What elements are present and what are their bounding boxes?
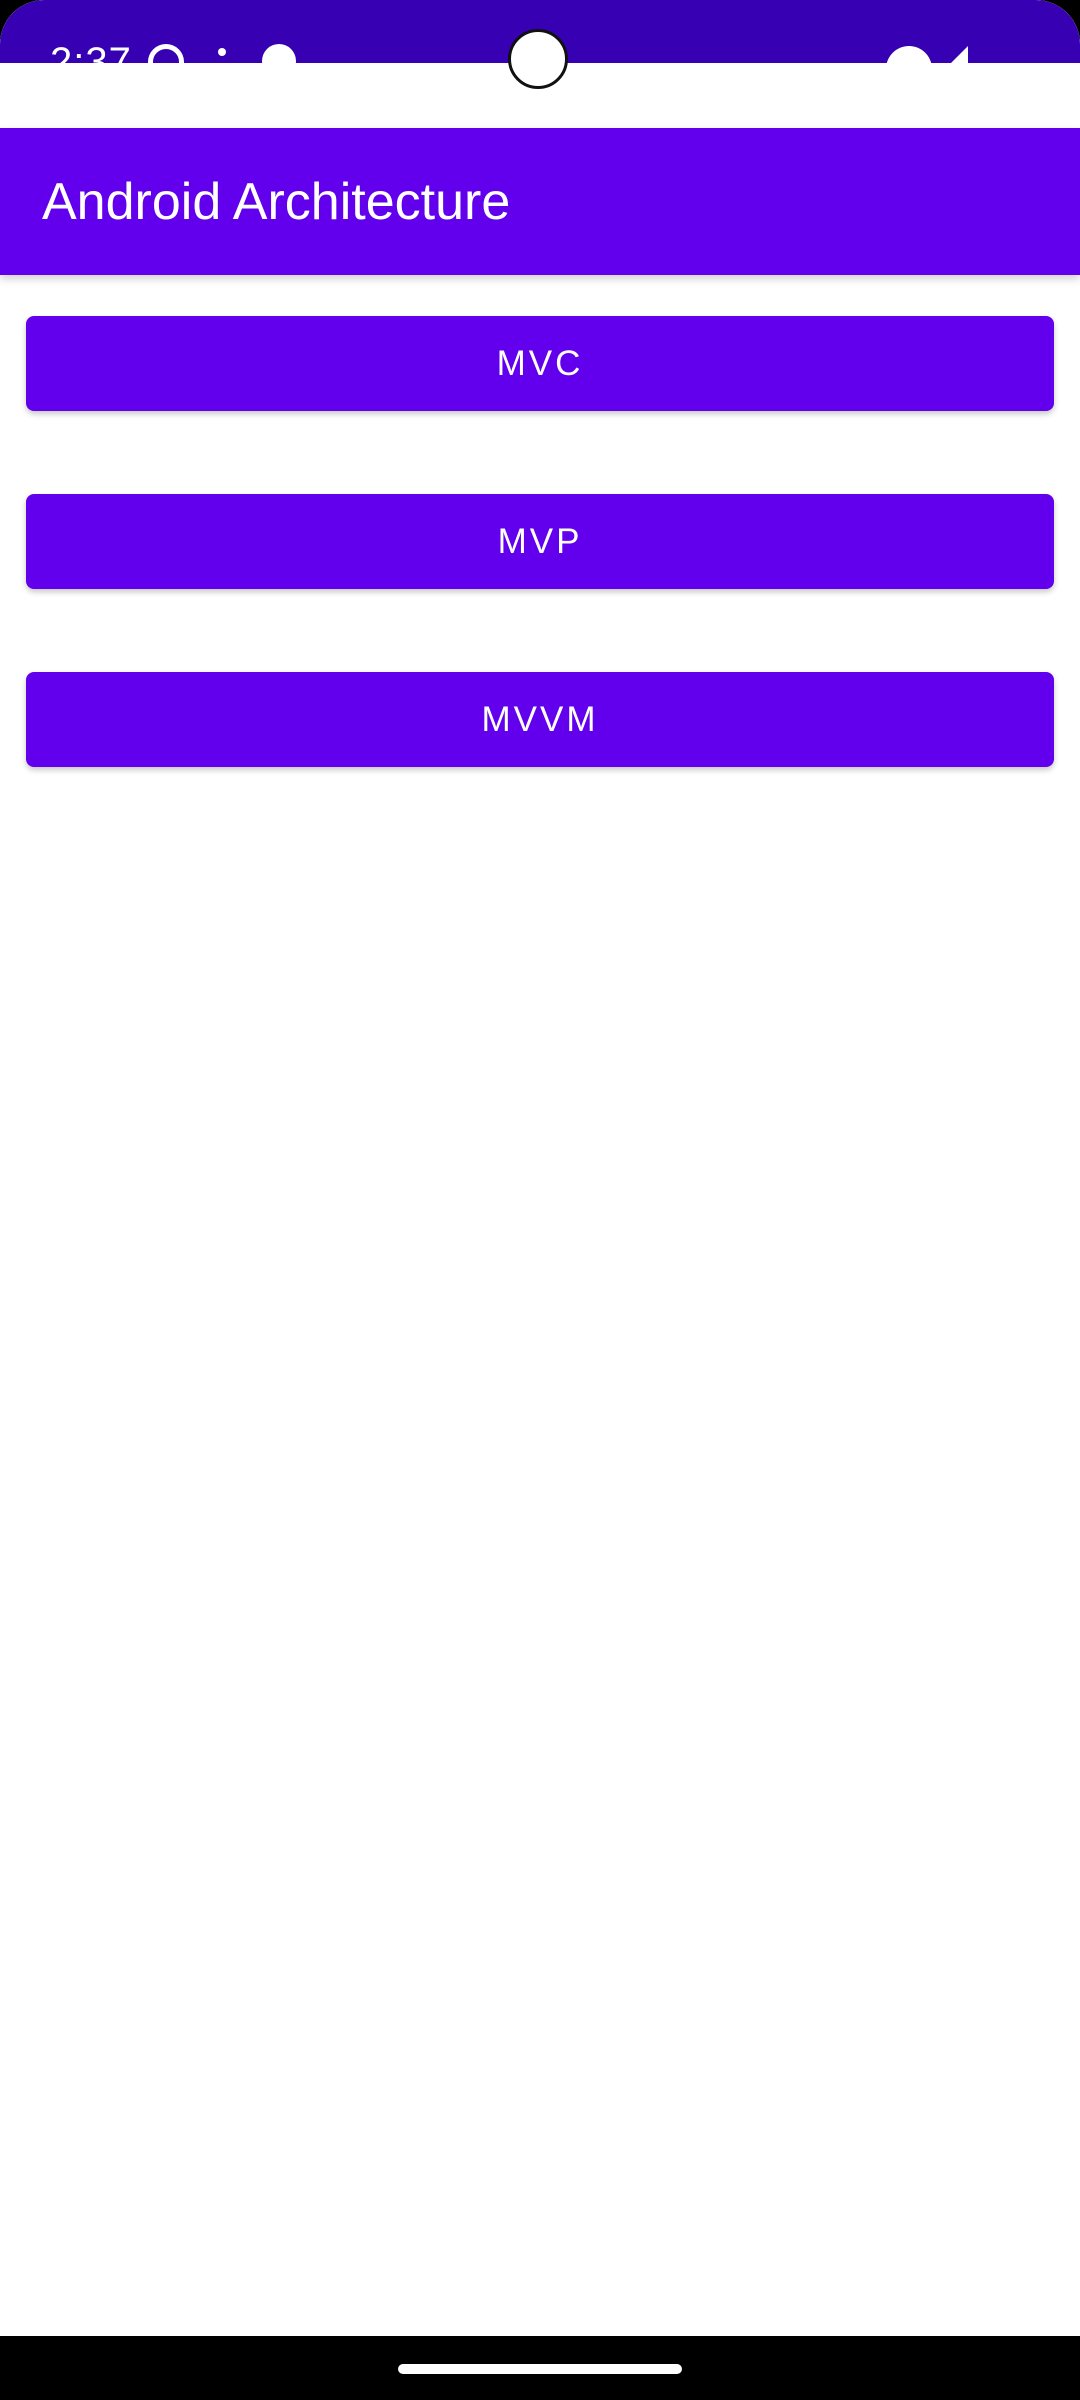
- home-gesture-handle[interactable]: [398, 2364, 682, 2374]
- notification-dot-icon: [218, 48, 226, 56]
- signal-icon: [946, 46, 968, 63]
- notification-icon: [148, 44, 184, 63]
- mvp-button[interactable]: MVP: [26, 494, 1054, 589]
- mvvm-button[interactable]: MVVM: [26, 672, 1054, 767]
- navigation-bar: [0, 2336, 1080, 2400]
- status-time: 2:37: [50, 40, 132, 63]
- camera-cutout: [508, 29, 568, 89]
- app-bar: Android Architecture: [0, 128, 1080, 275]
- wifi-icon: [886, 46, 932, 63]
- app-screen: 2:37 Android Architecture MVC MVP MVVM: [0, 0, 1080, 2400]
- mvc-button[interactable]: MVC: [26, 316, 1054, 411]
- notification-app-icon: [262, 44, 296, 63]
- app-title: Android Architecture: [42, 173, 511, 231]
